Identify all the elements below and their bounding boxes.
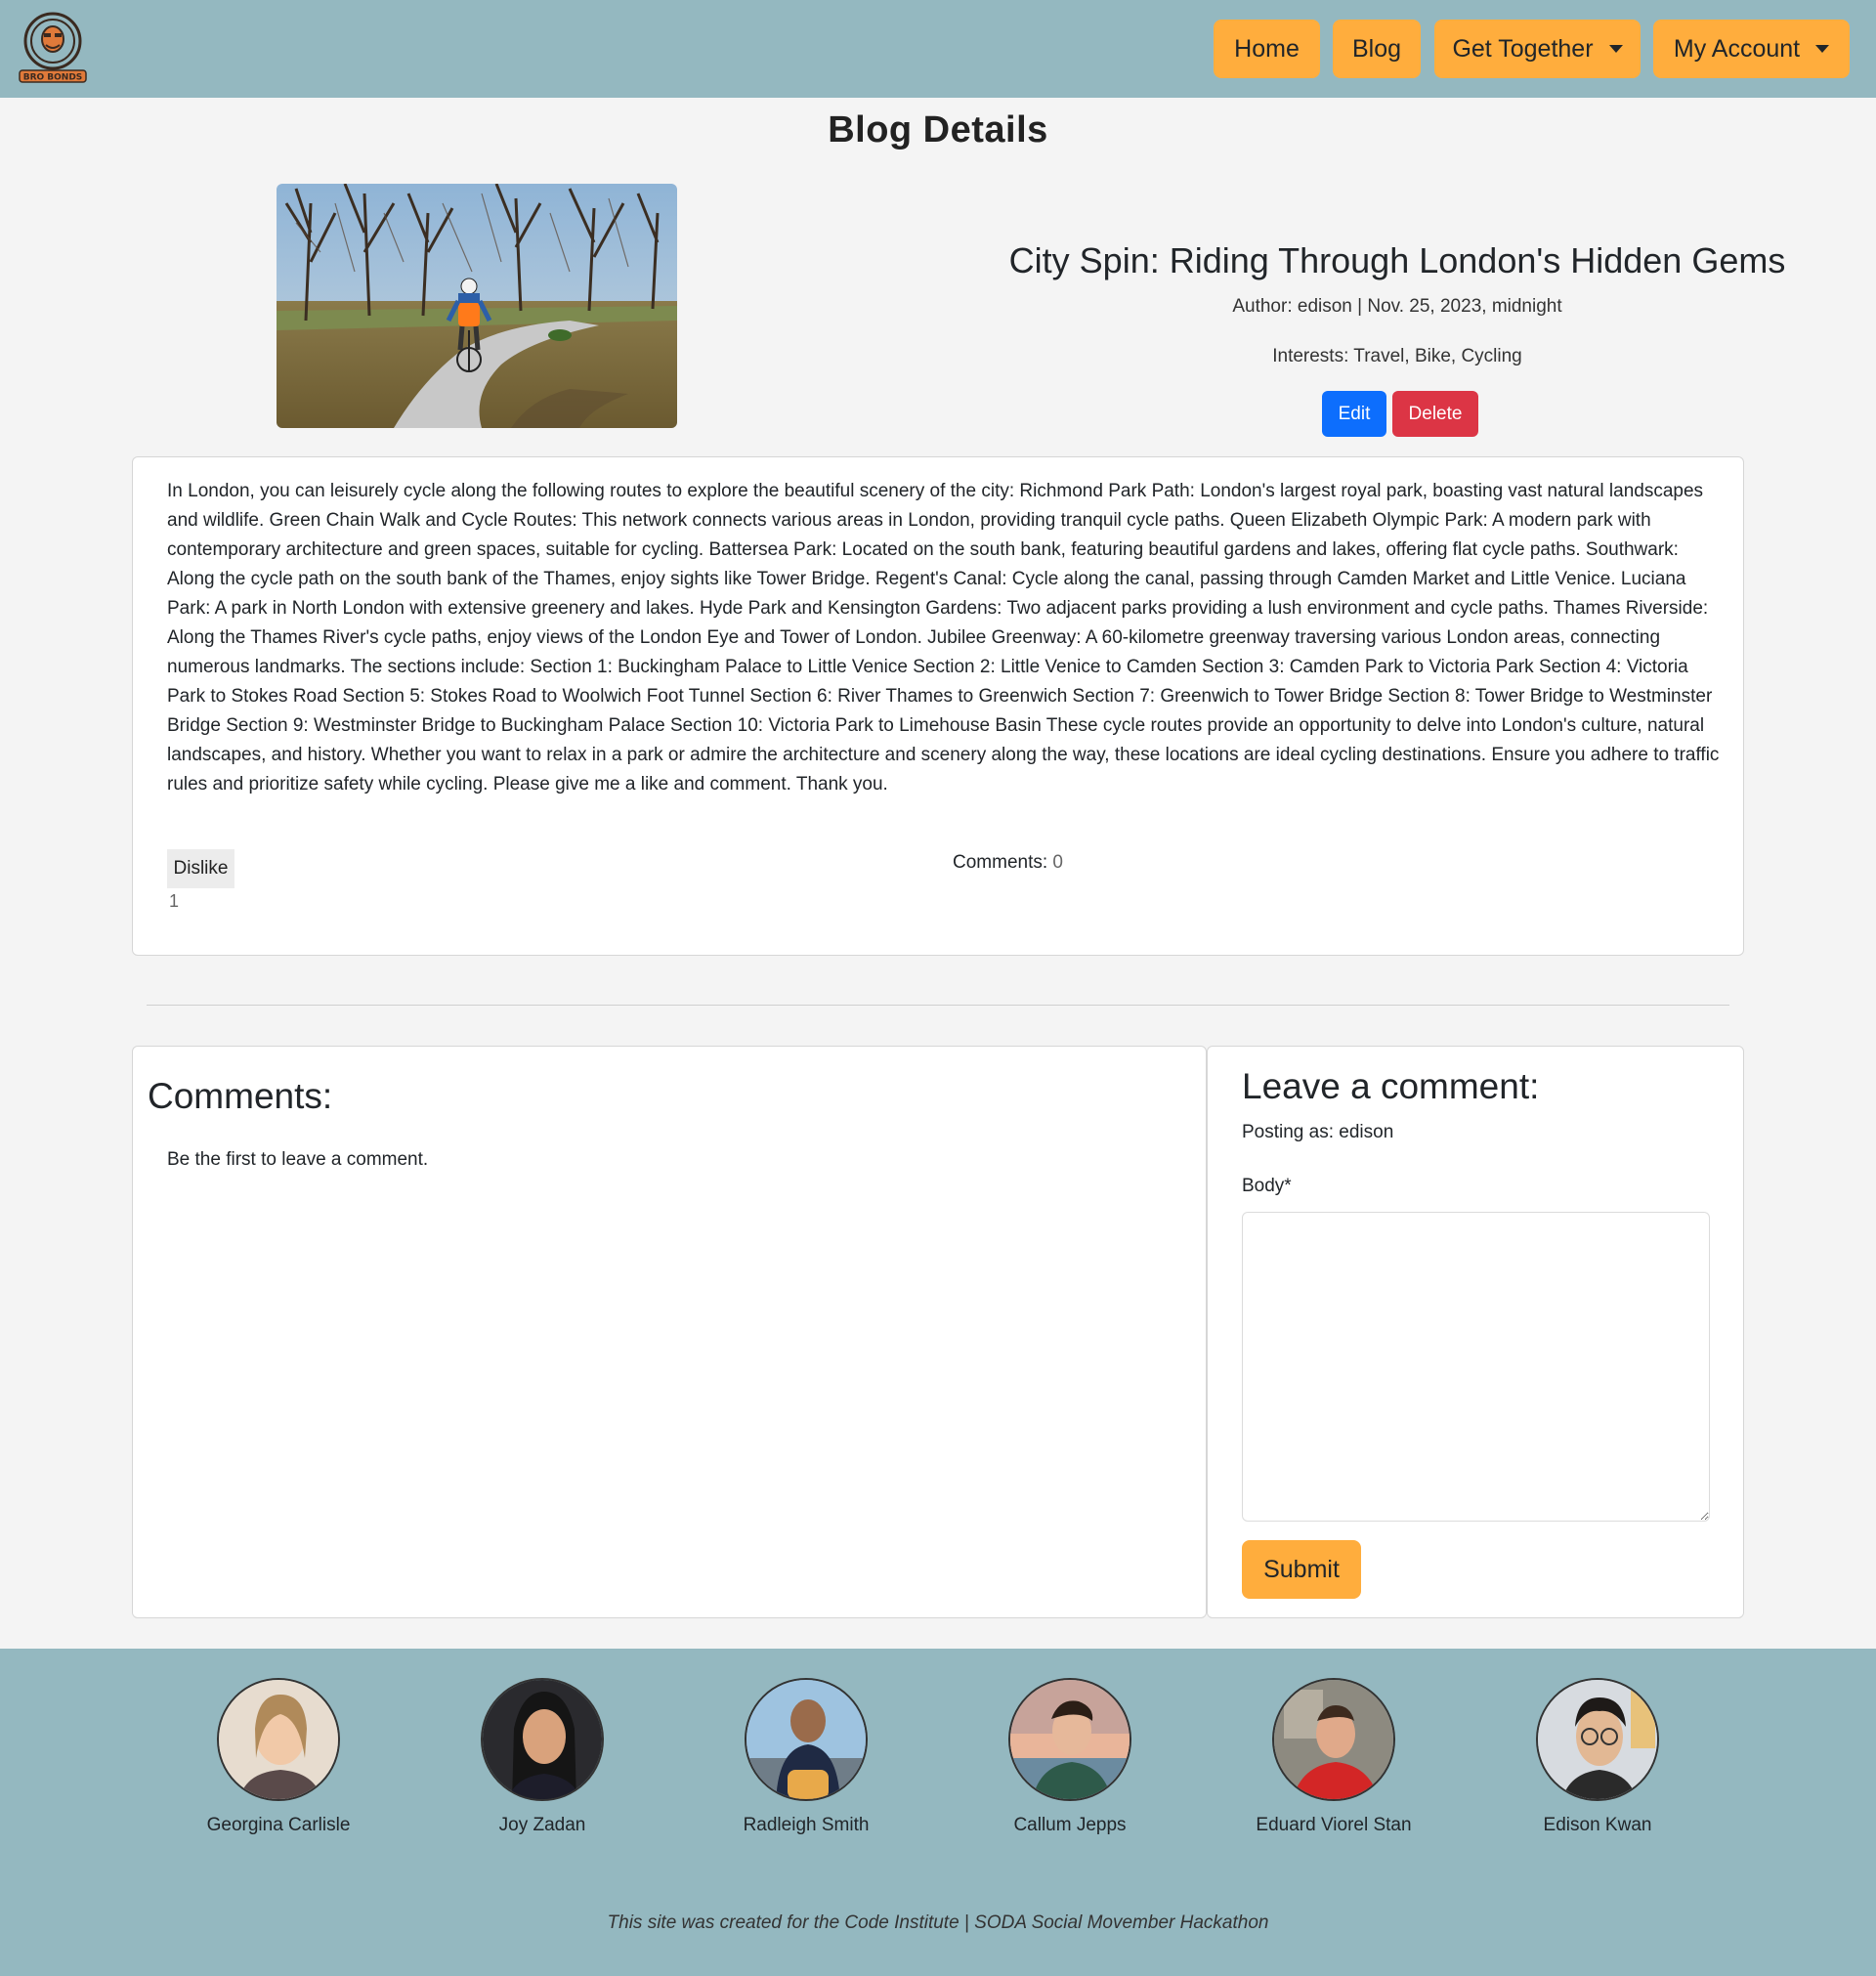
comment-form-card: Leave a comment: Posting as: edison Body… [1207, 1046, 1744, 1618]
footer: Georgina Carlisle Joy Zadan Radleigh Smi… [0, 1649, 1876, 1976]
member-name: Eduard Viorel Stan [1256, 1815, 1412, 1835]
nav-home-button[interactable]: Home [1214, 20, 1320, 78]
nav-home-label: Home [1234, 34, 1300, 63]
avatar [217, 1678, 340, 1801]
navbar: BRO BONDS Home Blog Get Together My Acco… [0, 0, 1876, 98]
logo-text: BRO BONDS [23, 73, 83, 83]
member-name: Callum Jepps [1013, 1815, 1127, 1835]
member-name: Joy Zadan [498, 1815, 586, 1835]
nav-blog-button[interactable]: Blog [1333, 20, 1421, 78]
like-count: 1 [169, 891, 180, 911]
member-name: Radleigh Smith [743, 1815, 870, 1835]
team-member: Callum Jepps [948, 1678, 1192, 1836]
posting-as-text: Posting as: edison [1242, 1122, 1394, 1142]
nav-blog-label: Blog [1351, 34, 1402, 63]
team-member: Eduard Viorel Stan [1212, 1678, 1456, 1836]
footer-note: This site was created for the Code Insti… [607, 1912, 1269, 1933]
avatar [1272, 1678, 1395, 1801]
comments-empty-message: Be the first to leave a comment. [167, 1149, 429, 1170]
dislike-button[interactable]: Dislike [167, 849, 234, 888]
nav-get-together-dropdown[interactable]: Get Together [1434, 20, 1641, 78]
nav-get-together-label: Get Together [1452, 34, 1594, 63]
post-image [277, 184, 677, 428]
delete-button[interactable]: Delete [1392, 391, 1478, 437]
avatar [1008, 1678, 1131, 1801]
team-member: Edison Kwan [1475, 1678, 1720, 1836]
member-name: Edison Kwan [1543, 1815, 1652, 1835]
comment-body-textarea[interactable] [1242, 1212, 1710, 1522]
post-meta: Author: edison | Nov. 25, 2023, midnight [1232, 296, 1562, 317]
avatar [745, 1678, 868, 1801]
avatar [1536, 1678, 1659, 1801]
chevron-down-icon [1608, 45, 1623, 53]
team-member: Radleigh Smith [684, 1678, 928, 1836]
team-member: Georgina Carlisle [156, 1678, 401, 1836]
chevron-down-icon [1815, 45, 1830, 53]
avatar [481, 1678, 604, 1801]
bro-bonds-logo[interactable]: BRO BONDS [18, 10, 88, 84]
member-name: Georgina Carlisle [206, 1815, 351, 1835]
post-interests: Interests: Travel, Bike, Cycling [1272, 346, 1522, 366]
nav-my-account-dropdown[interactable]: My Account [1653, 20, 1850, 78]
comments-count-value: 0 [1052, 852, 1063, 873]
post-title: City Spin: Riding Through London's Hidde… [1008, 240, 1786, 280]
comment-form-heading: Leave a comment: [1242, 1066, 1540, 1106]
team-member: Joy Zadan [420, 1678, 664, 1836]
section-divider [147, 1005, 1729, 1006]
comments-heading: Comments: [148, 1076, 333, 1116]
post-body: In London, you can leisurely cycle along… [167, 481, 1720, 795]
page-title: Blog Details [828, 109, 1048, 150]
edit-button[interactable]: Edit [1322, 391, 1386, 437]
body-field-label: Body* [1242, 1176, 1292, 1196]
comments-count-label: Comments: [953, 852, 1053, 873]
submit-button[interactable]: Submit [1242, 1540, 1361, 1599]
post-content-card: In London, you can leisurely cycle along… [132, 456, 1744, 956]
comments-card: Comments: Be the first to leave a commen… [132, 1046, 1207, 1618]
nav-my-account-label: My Account [1673, 34, 1801, 63]
comments-count: Comments: 0 [953, 852, 1063, 874]
